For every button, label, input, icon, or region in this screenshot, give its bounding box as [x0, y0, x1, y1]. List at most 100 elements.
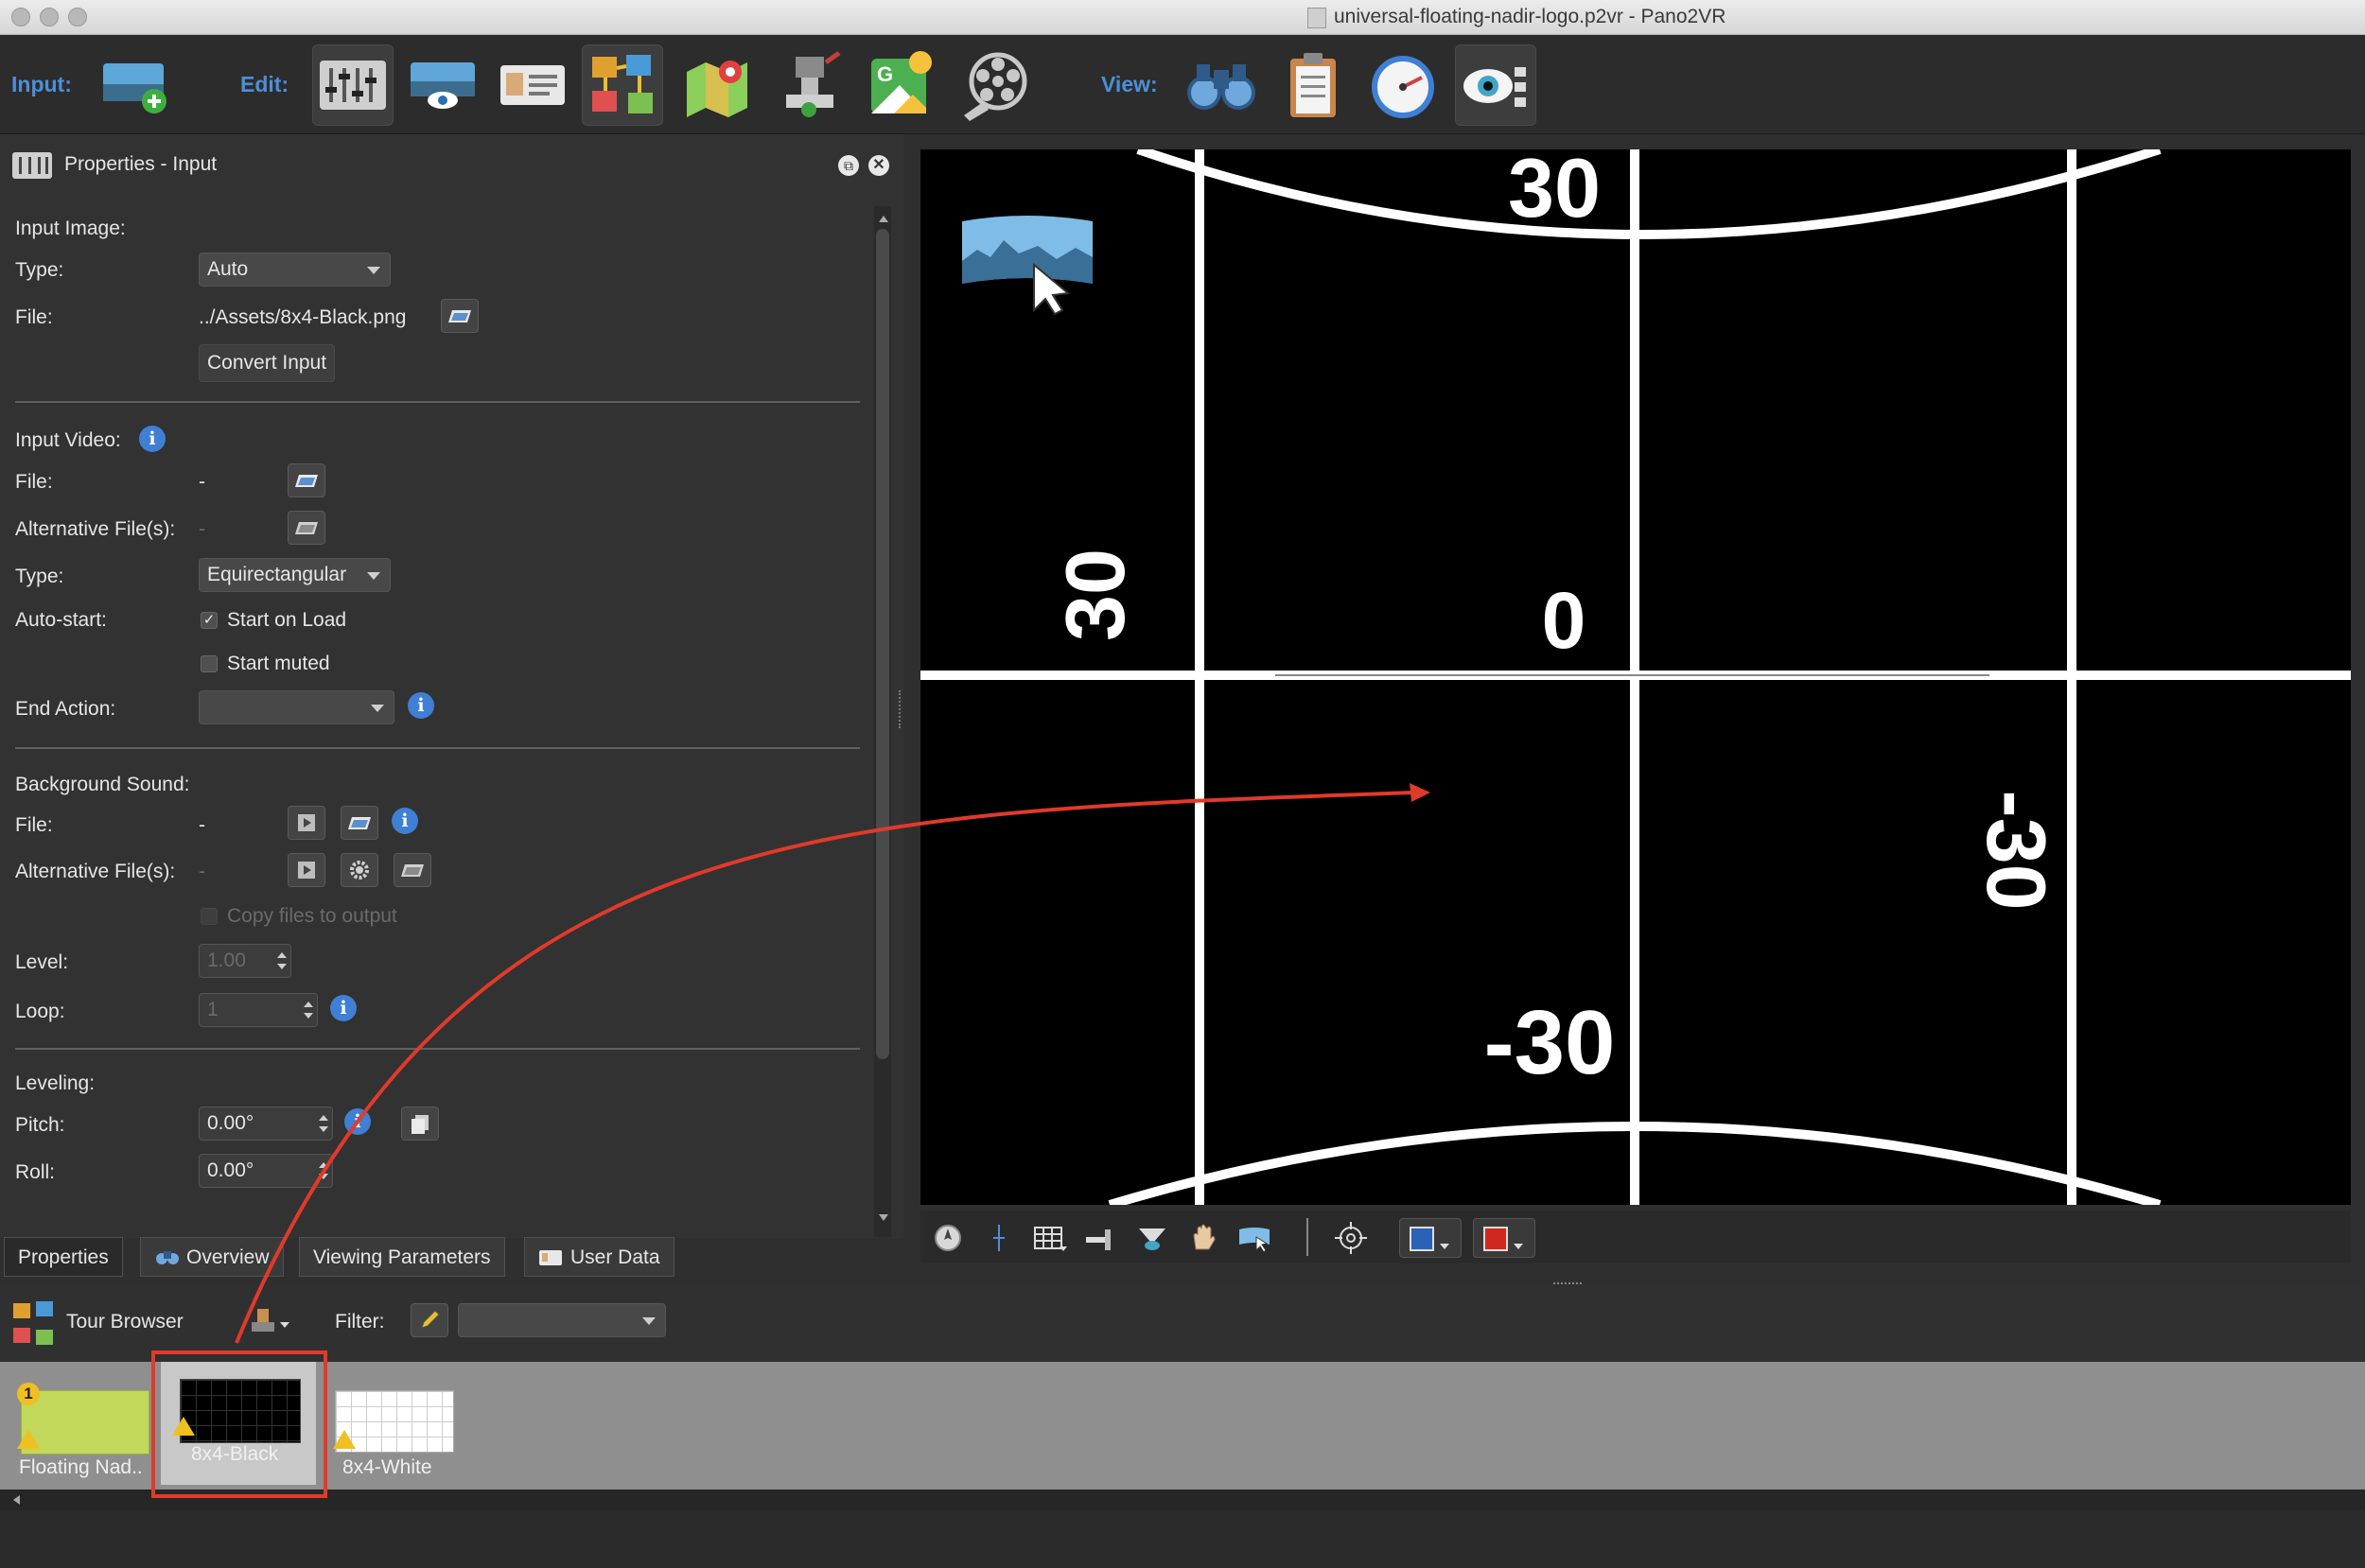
splitter-handle[interactable]: [899, 690, 904, 728]
chevron-down-icon: [1514, 1244, 1523, 1249]
window-zoom-button[interactable]: [68, 8, 87, 26]
info-icon[interactable]: i: [408, 692, 434, 719]
binoculars-icon: [156, 1251, 179, 1264]
input-label: Input:: [11, 72, 72, 96]
user-data-button[interactable]: [492, 44, 573, 126]
tab-user-data[interactable]: User Data: [524, 1237, 674, 1277]
panorama-cursor-logo-icon: [962, 216, 1093, 316]
preview-button[interactable]: [1181, 44, 1262, 126]
window-close-button[interactable]: [11, 8, 30, 26]
start-muted-checkbox[interactable]: [201, 655, 218, 672]
compass-icon[interactable]: [930, 1220, 966, 1256]
tour-icon: [592, 55, 653, 113]
browse-alt-sound-button[interactable]: [394, 853, 431, 887]
blue-color-picker[interactable]: [1399, 1218, 1462, 1258]
grid-label-left-wrap: 30: [1043, 518, 1147, 651]
start-on-load-checkbox[interactable]: ✓: [201, 612, 218, 629]
video-type-value: Equirectangular: [207, 564, 347, 585]
background-sound-heading: Background Sound:: [15, 774, 190, 795]
tour-horizontal-scrollbar[interactable]: [0, 1490, 2365, 1510]
properties-panel: Properties - Input ⧉ ✕ Input Image: Type…: [0, 134, 903, 1238]
hand-icon[interactable]: [1185, 1220, 1221, 1256]
info-icon[interactable]: i: [392, 808, 418, 834]
funnel-eye-icon[interactable]: [1134, 1220, 1170, 1256]
info-icon[interactable]: i: [330, 995, 357, 1021]
input-type-value: Auto: [207, 258, 249, 280]
video-file-value: -: [199, 471, 205, 493]
end-action-select[interactable]: [199, 690, 394, 724]
viewing-parameters-button[interactable]: [402, 44, 483, 126]
grid-label-right: -30: [1970, 790, 2063, 911]
convert-input-button[interactable]: Convert Input: [199, 344, 336, 382]
input-video-heading: Input Video:: [15, 429, 121, 451]
grid-icon[interactable]: [1032, 1220, 1068, 1256]
window-title: universal-floating-nadir-logo.p2vr - Pan…: [1334, 6, 1726, 27]
play-alt-sound-button[interactable]: [288, 853, 325, 887]
pencil-icon: [421, 1310, 440, 1329]
output-button[interactable]: [1272, 44, 1354, 126]
undock-icon[interactable]: ⧉: [838, 155, 859, 176]
input-type-select[interactable]: Auto: [199, 253, 391, 287]
sliders-icon: [12, 152, 52, 179]
panorama-viewer[interactable]: 30 30 0 -30 -30: [920, 149, 2351, 1205]
close-icon[interactable]: ✕: [868, 155, 889, 176]
copy-leveling-button[interactable]: [401, 1106, 439, 1141]
node-label: Floating Nad..: [19, 1456, 143, 1478]
view-options-button[interactable]: [1455, 44, 1536, 126]
id-card-icon: [500, 65, 565, 105]
loop-spinbox[interactable]: 1: [199, 993, 318, 1027]
grid-label-top: 30: [1508, 149, 1601, 235]
tab-overview[interactable]: Overview: [140, 1237, 284, 1277]
animation-button[interactable]: [954, 44, 1035, 126]
browse-video-alt-button[interactable]: [288, 511, 325, 545]
video-type-select[interactable]: Equirectangular: [199, 558, 391, 592]
filter-select[interactable]: [458, 1303, 666, 1337]
svg-text:G: G: [877, 62, 893, 86]
roll-label: Roll:: [15, 1161, 56, 1183]
node-thumbnail-8x4-white[interactable]: 8x4-White: [333, 1379, 475, 1485]
window-title-bar: universal-floating-nadir-logo.p2vr - Pan…: [0, 0, 2365, 35]
window-minimize-button[interactable]: [40, 8, 59, 26]
tab-viewing-parameters[interactable]: Viewing Parameters: [299, 1237, 505, 1277]
target-icon[interactable]: [1333, 1220, 1369, 1256]
floor-plan-button[interactable]: [676, 44, 758, 126]
tab-properties[interactable]: Properties: [4, 1237, 123, 1277]
video-file-label: File:: [15, 471, 53, 493]
output-status-button[interactable]: [1362, 44, 1444, 126]
folder-icon: [295, 475, 318, 487]
properties-button[interactable]: [312, 44, 394, 126]
filter-edit-button[interactable]: [411, 1303, 448, 1337]
stamp-icon: [786, 50, 841, 117]
grid-label-right-wrap: -30: [1940, 774, 2082, 910]
grid-overlay: [920, 149, 2351, 1205]
start-muted-label: Start muted: [227, 653, 330, 674]
panorama-cursor-icon[interactable]: [1236, 1220, 1272, 1256]
tour-browser-button[interactable]: [582, 44, 663, 126]
crosshair-line-icon[interactable]: [981, 1220, 1017, 1256]
panel-scrollbar[interactable]: [874, 206, 891, 1237]
thumbnail-image: [21, 1390, 149, 1455]
red-color-picker[interactable]: [1473, 1218, 1535, 1258]
copy-icon: [412, 1115, 429, 1134]
add-input-button[interactable]: [95, 44, 176, 126]
scrollbar-thumb[interactable]: [876, 229, 889, 1059]
settings-sound-button[interactable]: [341, 853, 378, 887]
roll-spinbox[interactable]: 0.00°: [199, 1154, 333, 1188]
patch-button[interactable]: [768, 44, 850, 126]
pitch-spinbox[interactable]: 0.00°: [199, 1106, 333, 1141]
browse-video-button[interactable]: [288, 463, 325, 497]
sound-file-label: File:: [15, 814, 53, 836]
play-sound-button[interactable]: [288, 806, 325, 840]
node-thumbnail-floating-nadir[interactable]: 1 Floating Nad..: [13, 1379, 149, 1485]
level-tool-icon[interactable]: [1083, 1220, 1119, 1256]
gear-icon: [350, 861, 369, 880]
info-icon[interactable]: i: [344, 1108, 371, 1135]
browse-file-button[interactable]: [441, 299, 479, 333]
browse-sound-button[interactable]: [341, 806, 378, 840]
google-street-view-button[interactable]: G: [861, 44, 942, 126]
info-icon[interactable]: i: [139, 426, 166, 452]
copy-files-checkbox[interactable]: [201, 908, 218, 925]
sliders-icon: [320, 61, 386, 110]
stamp-menu-button[interactable]: [248, 1303, 291, 1341]
level-spinbox[interactable]: 1.00: [199, 944, 291, 978]
